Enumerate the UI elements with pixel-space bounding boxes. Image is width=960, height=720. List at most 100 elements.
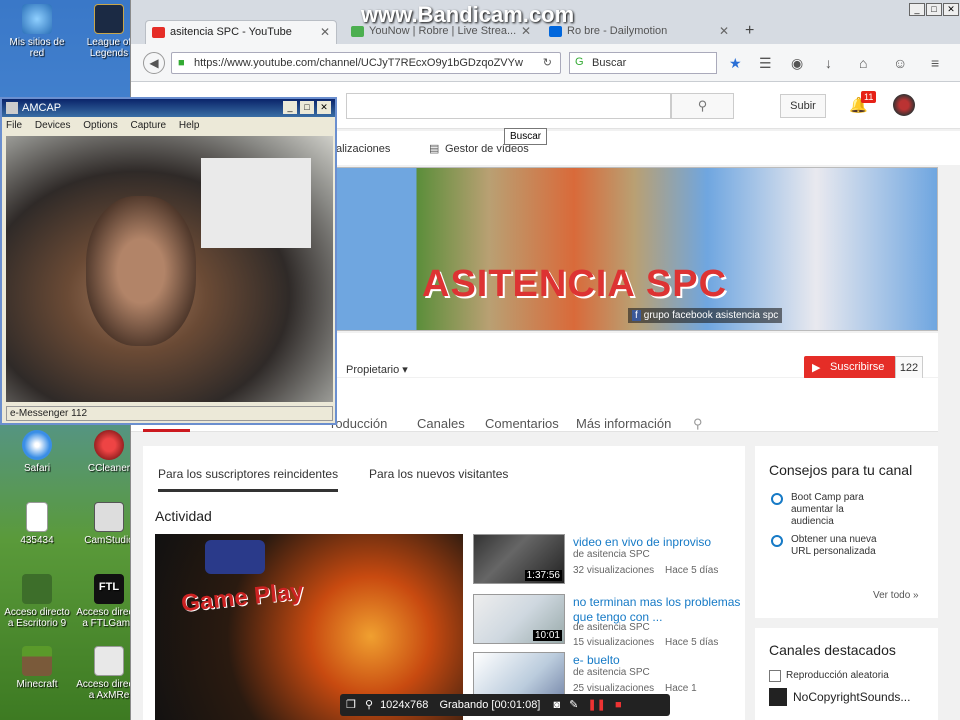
close-window-button[interactable]: ✕ [943,3,959,16]
pocket-icon[interactable]: ◉ [791,55,803,72]
channel-avatar[interactable] [769,688,787,706]
webcam-poster [201,158,311,248]
download-icon[interactable]: ↓ [825,55,832,71]
desktop-icon-file[interactable]: 435434 [2,502,72,546]
autoplay-label: Reproducción aleatoria [786,670,889,681]
close-window-button[interactable]: ✕ [317,101,331,114]
channel-tips-panel: Consejos para tu canal Boot Camp para au… [755,446,938,618]
activity-heading: Actividad [155,508,212,524]
minimize-button[interactable]: _ [909,3,925,16]
video-item[interactable]: 1:37:56 video en vivo de inproviso de as… [473,534,743,590]
desktop-icon-label: Safari [23,463,51,474]
video-author[interactable]: de asitencia SPC [573,549,650,560]
video-thumbnail[interactable]: 1:37:56 [473,534,565,584]
reading-list-icon[interactable]: ☰ [759,55,772,72]
subheader-link-analytics[interactable]: alizaciones [336,143,390,155]
browser-search-field[interactable]: G Buscar [569,52,717,74]
close-tab-icon[interactable]: ✕ [719,24,729,38]
desktop-icon-safari[interactable]: Safari [2,430,72,474]
reload-icon[interactable]: ↻ [543,56,552,69]
desktop-icon-minecraft[interactable]: Minecraft [2,646,72,690]
tab-returning-subscribers[interactable]: Para los suscriptores reincidentes [158,467,339,492]
search-icon: ⚲ [697,98,708,113]
stop-icon[interactable]: ■ [615,699,622,711]
menu-help[interactable]: Help [179,120,200,131]
subscribe-button[interactable]: ▶ Suscribirse [804,356,896,379]
desktop-icon-shortcut-desktop[interactable]: Acceso directo a Escritorio 9 [2,574,72,629]
tab-channels[interactable]: Canales [417,416,465,431]
owner-dropdown[interactable]: Propietario ▾ [346,363,408,376]
menu-options[interactable]: Options [83,120,117,131]
minecraft-icon [22,646,52,676]
youtube-search-button[interactable]: ⚲ [671,93,734,119]
menu-capture[interactable]: Capture [131,120,167,131]
camera-icon[interactable]: ◙ [553,699,560,711]
document-icon [26,502,48,532]
tip-link[interactable]: Obtener una nueva URL personalizada [791,534,881,558]
video-age: Hace 5 días [665,637,719,648]
channel-banner: ASITENCIA SPC f grupo facebook asistencia… [331,167,938,331]
tip-link[interactable]: Boot Camp para aumentar la audiencia [791,492,881,528]
maximize-button[interactable]: □ [926,3,942,16]
video-item[interactable]: 10:01 no terminan mas los problemas que … [473,594,743,650]
tab-new-visitors[interactable]: Para los nuevos visitantes [369,467,508,489]
upload-button[interactable]: Subir [780,94,826,118]
youtube-search-input[interactable] [346,93,671,119]
bandicam-recording-bar: ❐ ⚲ 1024x768 Grabando [00:01:08] ◙ ✎ ❚❚ … [340,694,670,716]
tab-home-partial[interactable]: roducción [331,416,387,431]
tab-about[interactable]: Más información [576,416,671,431]
account-avatar[interactable] [893,94,915,116]
emoji-icon[interactable]: ☺ [893,55,907,71]
desktop-icon-label: Mis sitios de red [9,37,65,59]
recording-resolution: 1024x768 [380,699,429,711]
video-age: Hace 1 [665,683,697,694]
zoom-icon[interactable]: ⚲ [365,699,373,711]
video-views: 25 visualizaciones [573,683,655,694]
banner-facebook-link[interactable]: f grupo facebook asistencia spc [628,308,783,323]
menu-devices[interactable]: Devices [35,120,71,131]
minimize-button[interactable]: _ [283,101,297,114]
desktop-icon-label: CamStudio [84,535,134,546]
ccleaner-icon [94,430,124,460]
webcam-preview [6,136,333,402]
featured-video-thumbnail[interactable]: Game Play [155,534,463,720]
video-title[interactable]: e- buelto [573,653,743,668]
subscriber-count: 122 [895,356,923,379]
shortcut-icon [22,574,52,604]
pencil-icon[interactable]: ✎ [569,699,578,711]
menu-file[interactable]: File [6,120,22,131]
new-tab-icon[interactable]: + [745,22,754,40]
url-bar[interactable]: ■ https://www.youtube.com/channel/UCJyT7… [171,52,561,74]
chevron-down-icon: ▾ [402,364,408,376]
video-thumbnail[interactable]: 10:01 [473,594,565,644]
autoplay-checkbox[interactable] [769,670,781,682]
lock-icon: ■ [178,57,185,69]
featured-channels-panel: Canales destacados Reproducción aleatori… [755,628,938,720]
network-icon [22,4,52,34]
maximize-button[interactable]: □ [300,101,314,114]
video-author[interactable]: de asitencia SPC [573,667,650,678]
camstudio-icon [94,502,124,532]
featured-channel-name[interactable]: NoCopyrightSounds... [793,690,910,704]
menu-icon[interactable]: ≡ [931,55,939,71]
tab-comments[interactable]: Comentarios [485,416,559,431]
pause-icon[interactable]: ❚❚ [587,699,605,711]
tab-youtube[interactable]: asitencia SPC - YouTube ✕ [145,20,337,44]
back-icon[interactable]: ◀ [143,52,165,74]
featured-heading: Canales destacados [769,642,896,658]
facebook-icon: f [632,310,641,321]
featured-video-text: Game Play [179,577,305,618]
channel-search-icon[interactable]: ⚲ [693,416,703,432]
gameboy-graphic [205,540,265,574]
close-tab-icon[interactable]: ✕ [320,25,330,39]
video-author[interactable]: de asitencia SPC [573,622,650,633]
see-all-link[interactable]: Ver todo » [873,590,919,601]
video-title[interactable]: no terminan mas los problemas que tengo … [573,595,743,625]
desktop-icon-network[interactable]: Mis sitios de red [2,4,72,59]
video-title[interactable]: video en vivo de inproviso [573,535,743,550]
home-icon[interactable]: ⌂ [859,55,867,71]
video-manager-icon: ▤ [429,143,440,155]
window-mode-icon[interactable]: ❐ [346,699,356,711]
bookmark-star-icon[interactable]: ★ [729,55,742,72]
banner-facebook-label: grupo facebook asistencia spc [643,310,779,321]
